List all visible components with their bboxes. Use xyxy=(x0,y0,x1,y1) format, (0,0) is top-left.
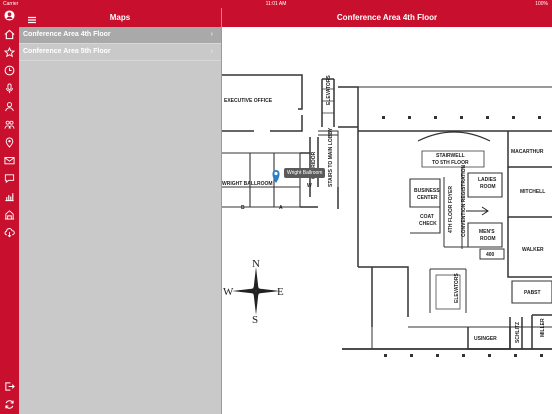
mitchell-label: MITCHELL xyxy=(520,189,545,195)
cloud-download-icon[interactable] xyxy=(4,227,15,238)
chevron-right-icon: › xyxy=(210,31,213,38)
executive-office-label: EXECUTIVE OFFICE xyxy=(224,98,273,104)
coat-check-label-line2: CHECK xyxy=(419,221,437,227)
elevators-top-label: ELEVATORS xyxy=(326,75,332,105)
microphone-icon[interactable] xyxy=(4,83,15,94)
business-center-label-line1: BUSINESS xyxy=(414,188,440,194)
clock: 11:01 AM xyxy=(265,1,287,7)
list-item-conference-area-5th-floor[interactable]: Conference Area 5th Floor › xyxy=(19,44,221,61)
logout-icon[interactable] xyxy=(4,381,15,392)
list-item-conference-area-4th-floor[interactable]: Conference Area 4th Floor › xyxy=(19,27,221,44)
room-400-label: 400 xyxy=(486,252,495,258)
floor-plan-drawing: EXECUTIVE OFFICE WRIGHT BALLROOM B A ELE… xyxy=(222,74,552,357)
mens-room-label-line2: ROOM xyxy=(480,236,496,242)
compass-north-label: N xyxy=(252,258,260,270)
home-icon[interactable] xyxy=(4,29,15,40)
list-item-label: Conference Area 5th Floor xyxy=(23,48,111,55)
stairwell-label-line1: STAIRWELL xyxy=(436,153,465,159)
wright-ballroom-label: WRIGHT BALLROOM xyxy=(222,181,273,187)
list-item-label: Conference Area 4th Floor xyxy=(23,31,111,38)
chat-icon[interactable] xyxy=(4,173,15,184)
people-icon[interactable] xyxy=(4,101,15,112)
refresh-icon[interactable] xyxy=(4,399,15,410)
schlitz-label: SCHLITZ xyxy=(515,322,521,343)
convention-registration-label: CONVENTION REGISTRATION xyxy=(461,164,467,237)
icon-rail xyxy=(0,8,19,414)
bar-chart-icon[interactable] xyxy=(4,191,15,202)
sidebar-title: Maps xyxy=(109,13,131,22)
ladies-room-label-line2: ROOM xyxy=(480,184,496,190)
section-b-label: B xyxy=(241,205,245,211)
compass-rose: N S E W xyxy=(223,258,284,326)
compass-west-label: W xyxy=(223,286,234,298)
usinger-label: USINGER xyxy=(474,336,497,342)
corridor-w-label: W xyxy=(307,183,312,189)
compass-south-label: S xyxy=(252,314,258,326)
chevron-right-icon: › xyxy=(210,48,213,55)
person-icon[interactable] xyxy=(4,10,15,21)
map-pin-icon[interactable] xyxy=(4,137,15,148)
section-a-label: A xyxy=(279,205,283,211)
star-icon[interactable] xyxy=(4,47,15,58)
status-bar: Carrier 11:01 AM 100% xyxy=(0,0,552,8)
map-title: Conference Area 4th Floor xyxy=(222,8,552,27)
clock-icon[interactable] xyxy=(4,65,15,76)
handshake-icon[interactable] xyxy=(4,119,15,130)
battery-label: 100% xyxy=(535,1,548,7)
stairs-to-lobby-label: STAIRS TO MAIN LOBBY xyxy=(328,127,334,187)
wright-ballroom-callout[interactable]: Wright Ballroom xyxy=(284,168,326,178)
floor-map[interactable]: EXECUTIVE OFFICE WRIGHT BALLROOM B A ELE… xyxy=(222,27,552,414)
macarthur-label: MACARTHUR xyxy=(511,149,544,155)
ladies-room-label-line1: LADIES xyxy=(478,177,497,183)
compass-east-label: E xyxy=(277,286,284,298)
building-icon[interactable] xyxy=(4,209,15,220)
walker-label: WALKER xyxy=(522,247,544,253)
maps-list: Conference Area 4th Floor › Conference A… xyxy=(19,27,221,414)
miller-label: MILLER xyxy=(540,318,546,337)
coat-check-label-line1: COAT xyxy=(420,214,434,220)
mens-room-label-line1: MEN'S xyxy=(479,229,495,235)
envelope-icon[interactable] xyxy=(4,155,15,166)
business-center-label-line2: CENTER xyxy=(417,195,438,201)
sidebar-header: Maps xyxy=(19,8,221,27)
elevators-bottom-label: ELEVATORS xyxy=(454,273,460,303)
pabst-label: PABST xyxy=(524,290,541,296)
foyer-label: 4TH FLOOR FOYER xyxy=(448,186,454,233)
